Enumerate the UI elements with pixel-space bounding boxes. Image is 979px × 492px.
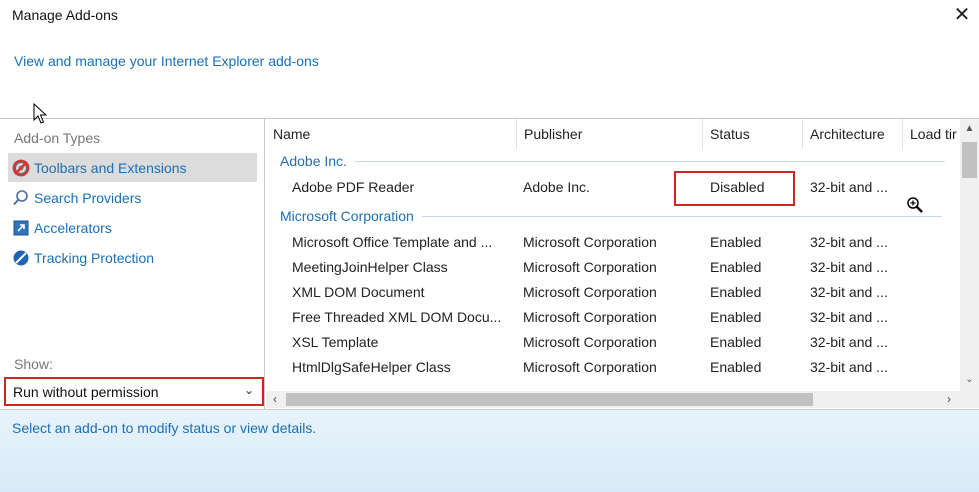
table-row[interactable]: XSL Template Microsoft Corporation Enabl… — [266, 330, 960, 355]
group-divider — [421, 215, 942, 217]
table-row[interactable]: Microsoft Office Template and ... Micros… — [266, 230, 960, 255]
scroll-up-icon[interactable]: ▲ — [960, 119, 979, 138]
cell-name: Free Threaded XML DOM Docu... — [292, 309, 502, 325]
scroll-left-icon[interactable]: ‹ — [266, 391, 284, 408]
cell-publisher: Microsoft Corporation — [523, 309, 657, 325]
addons-table: Name Publisher Status Architecture Load … — [266, 119, 979, 408]
type-toolbars-extensions[interactable]: Toolbars and Extensions — [8, 153, 257, 182]
column-header-status[interactable]: Status — [703, 119, 803, 149]
addon-types-pane: Add-on Types Toolbars and Extensions Sea… — [0, 119, 265, 409]
cell-architecture: 32-bit and ... — [810, 334, 888, 350]
cell-architecture: 32-bit and ... — [810, 234, 888, 250]
cell-name: Adobe PDF Reader — [292, 179, 415, 195]
column-header-name[interactable]: Name — [266, 119, 517, 149]
addon-types-label: Add-on Types — [14, 130, 101, 146]
horizontal-scroll-thumb[interactable] — [286, 393, 813, 406]
vertical-scroll-thumb[interactable] — [962, 142, 977, 178]
zoom-in-icon — [906, 196, 924, 217]
chevron-down-icon: ⌄ — [243, 383, 254, 397]
scroll-down-icon[interactable]: ⌄ — [960, 370, 979, 389]
type-label: Accelerators — [34, 219, 112, 236]
cell-architecture: 32-bit and ... — [810, 259, 888, 275]
cell-architecture: 32-bit and ... — [810, 309, 888, 325]
cell-name: XML DOM Document — [292, 284, 425, 300]
sort-caret-icon: ⌃ — [602, 119, 613, 127]
manage-addons-window: Manage Add-ons ✕ View and manage your In… — [0, 0, 979, 492]
group-label: Microsoft Corporation — [280, 208, 414, 224]
cell-status: Enabled — [710, 259, 762, 275]
table-header: Name Publisher Status Architecture Load … — [266, 119, 979, 149]
type-search-providers[interactable]: Search Providers — [8, 183, 257, 212]
cell-architecture: 32-bit and ... — [810, 284, 888, 300]
cell-status: Enabled — [710, 334, 762, 350]
cell-publisher: Microsoft Corporation — [523, 259, 657, 275]
mouse-pointer-icon — [33, 102, 48, 128]
details-pane: Select an add-on to modify status or vie… — [0, 409, 979, 492]
show-dropdown[interactable]: Run without permission ⌄ — [4, 377, 264, 406]
cell-publisher: Microsoft Corporation — [523, 284, 657, 300]
scrollbar-corner — [960, 391, 979, 408]
cell-publisher: Microsoft Corporation — [523, 359, 657, 375]
cell-architecture: 32-bit and ... — [810, 359, 888, 375]
disabled-status-highlight — [674, 171, 795, 206]
cell-publisher: Microsoft Corporation — [523, 334, 657, 350]
group-label: Adobe Inc. — [280, 153, 347, 169]
table-row[interactable]: Free Threaded XML DOM Docu... Microsoft … — [266, 305, 960, 330]
group-divider — [354, 160, 945, 162]
cell-status: Enabled — [710, 309, 762, 325]
close-icon[interactable]: ✕ — [950, 3, 974, 27]
show-label: Show: — [14, 356, 53, 372]
cell-status: Enabled — [710, 284, 762, 300]
type-label: Tracking Protection — [34, 249, 155, 266]
type-label: Search Providers — [34, 189, 142, 206]
window-title: Manage Add-ons — [12, 7, 118, 23]
cell-architecture: 32-bit and ... — [810, 179, 888, 195]
scroll-right-icon[interactable]: › — [940, 391, 958, 408]
cell-name: HtmlDlgSafeHelper Class — [292, 359, 451, 375]
cell-status: Enabled — [710, 234, 762, 250]
table-row[interactable]: MeetingJoinHelper Class Microsoft Corpor… — [266, 255, 960, 280]
table-row[interactable]: XML DOM Document Microsoft Corporation E… — [266, 280, 960, 305]
table-row[interactable]: Adobe PDF Reader Adobe Inc. Disabled 32-… — [266, 175, 960, 200]
group-header-microsoft: Microsoft Corporation — [280, 205, 942, 227]
type-tracking-protection[interactable]: Tracking Protection — [8, 243, 257, 272]
cell-status: Enabled — [710, 359, 762, 375]
details-hint: Select an add-on to modify status or vie… — [12, 420, 317, 436]
group-header-adobe: Adobe Inc. — [280, 150, 945, 172]
tracking-protection-icon — [12, 249, 30, 267]
toolbars-extensions-icon — [12, 159, 30, 177]
cell-name: XSL Template — [292, 334, 379, 350]
column-header-architecture[interactable]: Architecture — [803, 119, 903, 149]
search-icon — [12, 189, 30, 207]
table-row[interactable]: HtmlDlgSafeHelper Class Microsoft Corpor… — [266, 355, 960, 380]
show-dropdown-value: Run without permission — [13, 383, 159, 400]
cell-publisher: Microsoft Corporation — [523, 234, 657, 250]
accelerator-icon — [12, 219, 30, 237]
type-accelerators[interactable]: Accelerators — [8, 213, 257, 242]
column-header-load-time[interactable]: Load tir — [903, 119, 961, 149]
cell-name: Microsoft Office Template and ... — [292, 234, 493, 250]
cell-name: MeetingJoinHelper Class — [292, 259, 448, 275]
intro-link[interactable]: View and manage your Internet Explorer a… — [14, 53, 319, 69]
type-label: Toolbars and Extensions — [34, 159, 187, 176]
